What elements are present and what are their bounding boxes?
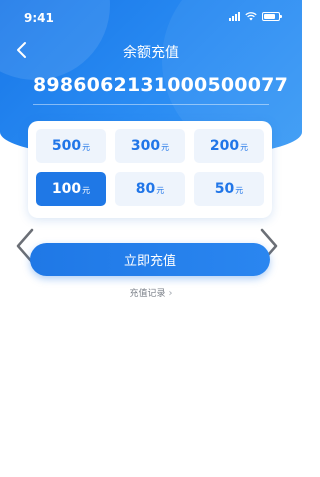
amount-card: 500 元 300 元 200 元 100 元 80 元 50 元 bbox=[28, 121, 272, 218]
amount-unit: 元 bbox=[235, 186, 244, 195]
amount-grid: 500 元 300 元 200 元 100 元 80 元 50 元 bbox=[36, 129, 264, 206]
amount-unit: 元 bbox=[82, 143, 91, 152]
amount-option-300[interactable]: 300 元 bbox=[115, 129, 185, 163]
battery-icon bbox=[262, 12, 282, 21]
status-time: 9:41 bbox=[24, 11, 54, 25]
status-bar: 9:41 bbox=[0, 0, 302, 34]
amount-value: 80 bbox=[135, 181, 156, 197]
amount-option-50[interactable]: 50 元 bbox=[194, 172, 264, 206]
amount-option-200[interactable]: 200 元 bbox=[194, 129, 264, 163]
recharge-now-button[interactable]: 立即充值 bbox=[30, 243, 270, 276]
amount-option-500[interactable]: 500 元 bbox=[36, 129, 106, 163]
status-icons bbox=[229, 12, 282, 21]
phone-underline bbox=[33, 104, 269, 105]
cellular-signal-icon bbox=[229, 12, 240, 21]
amount-option-80[interactable]: 80 元 bbox=[115, 172, 185, 206]
amount-value: 500 bbox=[51, 138, 82, 154]
wifi-icon bbox=[245, 12, 257, 21]
amount-unit: 元 bbox=[82, 186, 91, 195]
recharge-history-link[interactable]: 充值记录 › bbox=[0, 286, 302, 299]
amount-value: 50 bbox=[214, 181, 235, 197]
amount-value: 100 bbox=[51, 181, 82, 197]
amount-value: 200 bbox=[209, 138, 240, 154]
amount-value: 300 bbox=[130, 138, 161, 154]
amount-unit: 元 bbox=[240, 143, 249, 152]
amount-unit: 元 bbox=[161, 143, 170, 152]
phone-number: 8986062131000500077 bbox=[33, 74, 288, 96]
page-title: 余额充值 bbox=[123, 45, 179, 61]
amount-option-100[interactable]: 100 元 bbox=[36, 172, 106, 206]
recharge-history-label: 充值记录 bbox=[129, 289, 166, 299]
chevron-right-icon: › bbox=[168, 288, 173, 299]
amount-unit: 元 bbox=[156, 186, 165, 195]
